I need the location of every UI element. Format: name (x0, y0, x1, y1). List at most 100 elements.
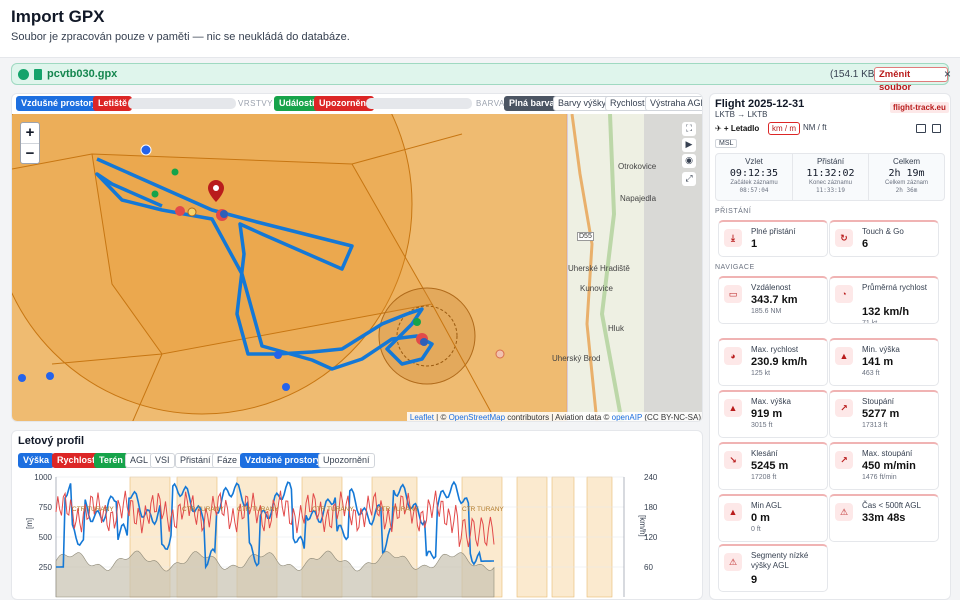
close-icon[interactable]: × (944, 67, 951, 81)
stat-value: 33m 48s (862, 512, 906, 524)
profile-phases-toggle[interactable]: Fáze (212, 453, 243, 468)
map-label-otrokovice: Otrokovice (618, 162, 657, 171)
stat-label: Max. výška (751, 397, 792, 406)
copy-icon[interactable] (932, 124, 941, 133)
layer-warnings-toggle[interactable]: Upozornění (314, 96, 374, 111)
profile-landings-toggle[interactable]: Přistání (175, 453, 216, 468)
check-circle-icon (18, 69, 29, 80)
y-right-tick: 180 (644, 503, 658, 512)
map-label-uherske-hradiste: Uherské Hradiště (568, 264, 630, 273)
stat-label: Segmenty nízké výšky AGL (751, 551, 809, 570)
stat-value: 5245 m (751, 460, 789, 472)
y-right-label: [km/h] (638, 515, 647, 537)
descent-icon: ↘ (724, 451, 742, 469)
stat-sub: 71 kt (862, 320, 878, 324)
stat-label: Max. rychlost (751, 345, 799, 354)
section-landings: PŘISTÁNÍ (715, 208, 752, 215)
color-agl-button[interactable]: Výstraha AGL (645, 96, 702, 111)
stat-card: ▭ Vzdálenost 343.7 km 185.6 NM (718, 276, 828, 324)
screenshot-icon[interactable]: ◉ (682, 154, 696, 168)
color-speed-button[interactable]: Rychlost (605, 96, 650, 111)
flight-times: Vzlet 09:12:35 Začátek záznamu 08:57:04 … (715, 153, 945, 201)
leaflet-link[interactable]: Leaflet (410, 413, 434, 421)
stat-label: Klesání (751, 449, 778, 458)
y-left-tick: 500 (39, 533, 53, 542)
profile-terrain-toggle[interactable]: Terén (94, 453, 128, 468)
file-icon (34, 69, 42, 80)
unit-imperial-button[interactable]: NM / ft (800, 122, 830, 135)
stat-sub: 17208 ft (751, 474, 777, 481)
layer-placeholder (128, 98, 236, 109)
map-label-kunovice: Kunovice (580, 284, 613, 293)
stat-card: ⤓ Plné přistání 1 (718, 220, 828, 257)
stat-value: 5277 m (862, 408, 900, 420)
profile-agl-toggle[interactable]: AGL (125, 453, 154, 468)
y-left-tick: 250 (39, 563, 53, 572)
map-view[interactable]: Otrokovice Napajedla Uherské Hradiště Ku… (12, 114, 702, 421)
stat-card: ↻ Touch & Go 6 (829, 220, 939, 257)
profile-chart[interactable]: 1000 750 500 250 240 180 120 60 [m] [km/h] CTR TUR… (12, 469, 702, 599)
stat-value: 141 m (862, 356, 894, 368)
print-icon[interactable] (916, 124, 926, 133)
airspace-label: CTR TURANY (182, 506, 224, 513)
stat-label: Touch & Go (862, 227, 904, 236)
profile-altitude-toggle[interactable]: Výška (18, 453, 55, 468)
profile-vsi-toggle[interactable]: VSI (150, 453, 175, 468)
stat-value: 6 (862, 238, 869, 250)
y-right-tick: 240 (644, 473, 658, 482)
map-label-d55: D55 (577, 232, 594, 241)
zoom-out-button[interactable]: − (21, 143, 39, 163)
stat-label: Vzdálenost (751, 283, 791, 292)
stat-sub: 185.6 NM (751, 308, 782, 315)
stat-card: ↗ Max. stoupání 450 m/min 1476 ft/min (829, 442, 939, 490)
stat-card: ↗ Stoupání 5277 m 17313 ft (829, 390, 939, 438)
profile-warnings-toggle[interactable]: Upozornění (318, 453, 375, 468)
min-agl-icon: ▲ (724, 503, 742, 521)
stat-value: 132 km/h (862, 306, 910, 318)
map-label-napajedla: Napajedla (620, 194, 657, 203)
layer-events-toggle[interactable]: Události (274, 96, 320, 111)
play-icon[interactable]: ▶ (682, 138, 696, 152)
airspace-label: CTR TURANY (462, 506, 504, 513)
airspace-label: CTR TURANY (312, 506, 354, 513)
map-label-uhersky-brod: Uherský Brod (552, 354, 601, 363)
page-header: Import GPX Soubor je zpracován pouze v p… (0, 0, 960, 58)
page: Import GPX Soubor je zpracován pouze v p… (0, 0, 960, 600)
color-full-button[interactable]: Plná barva (504, 96, 560, 111)
zoom-in-button[interactable]: + (21, 123, 39, 143)
osm-link[interactable]: OpenStreetMap (449, 413, 505, 421)
profile-speed-toggle[interactable]: Rychlost (52, 453, 101, 468)
aircraft-type: ✈ + Letadlo (715, 124, 760, 133)
y-left-tick: 750 (39, 503, 53, 512)
profile-toolbar: Výška Rychlost Terén AGL VSI Přistání Fá… (18, 453, 698, 469)
color-altitude-button[interactable]: Barvy výšky (553, 96, 612, 111)
brand-badge[interactable]: flight-track.eu (890, 102, 949, 113)
profile-airspace-toggle[interactable]: Vzdušné prostory (240, 453, 327, 468)
openaip-link[interactable]: openAIP (612, 413, 643, 421)
max-alt-icon: ▲ (724, 399, 742, 417)
stat-label: Plné přistání (751, 227, 796, 236)
msl-badge[interactable]: MSL (715, 139, 738, 148)
layers-label: VRSTVY (238, 99, 274, 108)
map-label-hluk: Hluk (608, 324, 625, 333)
fit-bounds-icon[interactable]: ⤢ (682, 172, 696, 186)
change-file-button[interactable]: Změnit soubor (874, 67, 948, 93)
warning-icon: ⚠ (835, 503, 853, 521)
unit-metric-button[interactable]: km / m (768, 122, 800, 135)
stat-card: ⚠ Čas < 500ft AGL 33m 48s (829, 494, 939, 542)
map-card: Vzdušné prostory Letiště VRSTVY Události… (11, 93, 703, 422)
stat-value: 230.9 km/h (751, 356, 808, 368)
stat-card: ▲ Min AGL 0 m 0 ft (718, 494, 828, 542)
stat-label: Min AGL (751, 501, 782, 510)
layer-airports-toggle[interactable]: Letiště (93, 96, 133, 111)
max-climb-icon: ↗ (835, 451, 853, 469)
color-placeholder (366, 98, 472, 109)
stat-value: 450 m/min (862, 460, 916, 472)
layer-airspace-toggle[interactable]: Vzdušné prostory (16, 96, 103, 111)
time-takeoff: Vzlet 09:12:35 Začátek záznamu 08:57:04 (729, 157, 779, 194)
fullscreen-icon[interactable]: ⛶ (682, 122, 696, 136)
zoom-control: + − (20, 122, 40, 164)
stat-label: Čas < 500ft AGL (862, 501, 921, 510)
file-name: pcvtb030.gpx (47, 68, 118, 80)
profile-chart-svg: 100075050025024018012060[m] [km/h]CTR TUR… (25, 473, 658, 598)
